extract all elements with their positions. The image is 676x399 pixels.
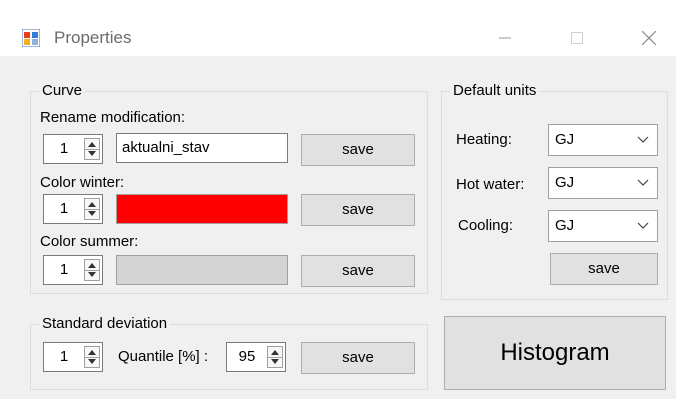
minimize-button[interactable] — [482, 20, 528, 56]
spinner-arrows-icon[interactable] — [267, 346, 283, 368]
std-save-button[interactable]: save — [301, 342, 415, 374]
winter-save-button[interactable]: save — [301, 194, 415, 226]
quantile-label: Quantile [%] : — [118, 348, 209, 365]
cooling-label: Cooling: — [458, 217, 514, 234]
rename-index-spinner[interactable]: 1 — [43, 134, 103, 164]
units-save-button[interactable]: save — [550, 253, 658, 285]
window-title: Properties — [54, 28, 132, 47]
color-summer-label: Color summer: — [40, 233, 139, 250]
default-units-group-label: Default units — [450, 81, 540, 101]
spinner-arrows-icon[interactable] — [84, 346, 100, 368]
color-summer-swatch[interactable] — [116, 255, 288, 285]
standard-deviation-group-label: Standard deviation — [39, 314, 171, 334]
cooling-units-select[interactable]: GJ — [548, 210, 658, 242]
hot-water-label: Hot water: — [456, 176, 525, 193]
rename-index-value: 1 — [59, 140, 69, 157]
maximize-icon — [571, 32, 583, 44]
rename-modification-input[interactable]: aktualni_stav — [116, 133, 288, 163]
title-bar: Properties — [0, 0, 676, 56]
std-index-spinner[interactable]: 1 — [43, 342, 103, 372]
heating-units-select[interactable]: GJ — [548, 124, 658, 156]
histogram-button[interactable]: Histogram — [444, 316, 666, 390]
close-icon — [642, 31, 656, 45]
color-winter-label: Color winter: — [40, 174, 125, 191]
winter-index-spinner[interactable]: 1 — [43, 194, 103, 224]
cooling-units-value: GJ — [555, 217, 575, 234]
properties-window: Properties Curve Rename modification: 1 … — [0, 0, 676, 399]
close-button[interactable] — [626, 20, 672, 56]
minimize-icon — [499, 37, 511, 39]
app-icon — [22, 29, 40, 47]
heating-label: Heating: — [456, 131, 512, 148]
hot-water-units-value: GJ — [555, 174, 575, 191]
curve-group-label: Curve — [39, 81, 86, 101]
chevron-down-icon — [637, 179, 649, 186]
chevron-down-icon — [637, 136, 649, 143]
chevron-down-icon — [637, 222, 649, 229]
quantile-spinner[interactable]: 95 — [226, 342, 286, 372]
quantile-value: 95 — [238, 348, 256, 365]
spinner-arrows-icon[interactable] — [84, 198, 100, 220]
std-index-value: 1 — [59, 348, 69, 365]
summer-save-button[interactable]: save — [301, 255, 415, 287]
spinner-arrows-icon[interactable] — [84, 138, 100, 160]
rename-save-button[interactable]: save — [301, 134, 415, 166]
maximize-button[interactable] — [554, 20, 600, 56]
heating-units-value: GJ — [555, 131, 575, 148]
hot-water-units-select[interactable]: GJ — [548, 167, 658, 199]
color-winter-swatch[interactable] — [116, 194, 288, 224]
winter-index-value: 1 — [59, 200, 69, 217]
spinner-arrows-icon[interactable] — [84, 259, 100, 281]
summer-index-value: 1 — [59, 261, 69, 278]
rename-modification-label: Rename modification: — [40, 109, 186, 126]
summer-index-spinner[interactable]: 1 — [43, 255, 103, 285]
